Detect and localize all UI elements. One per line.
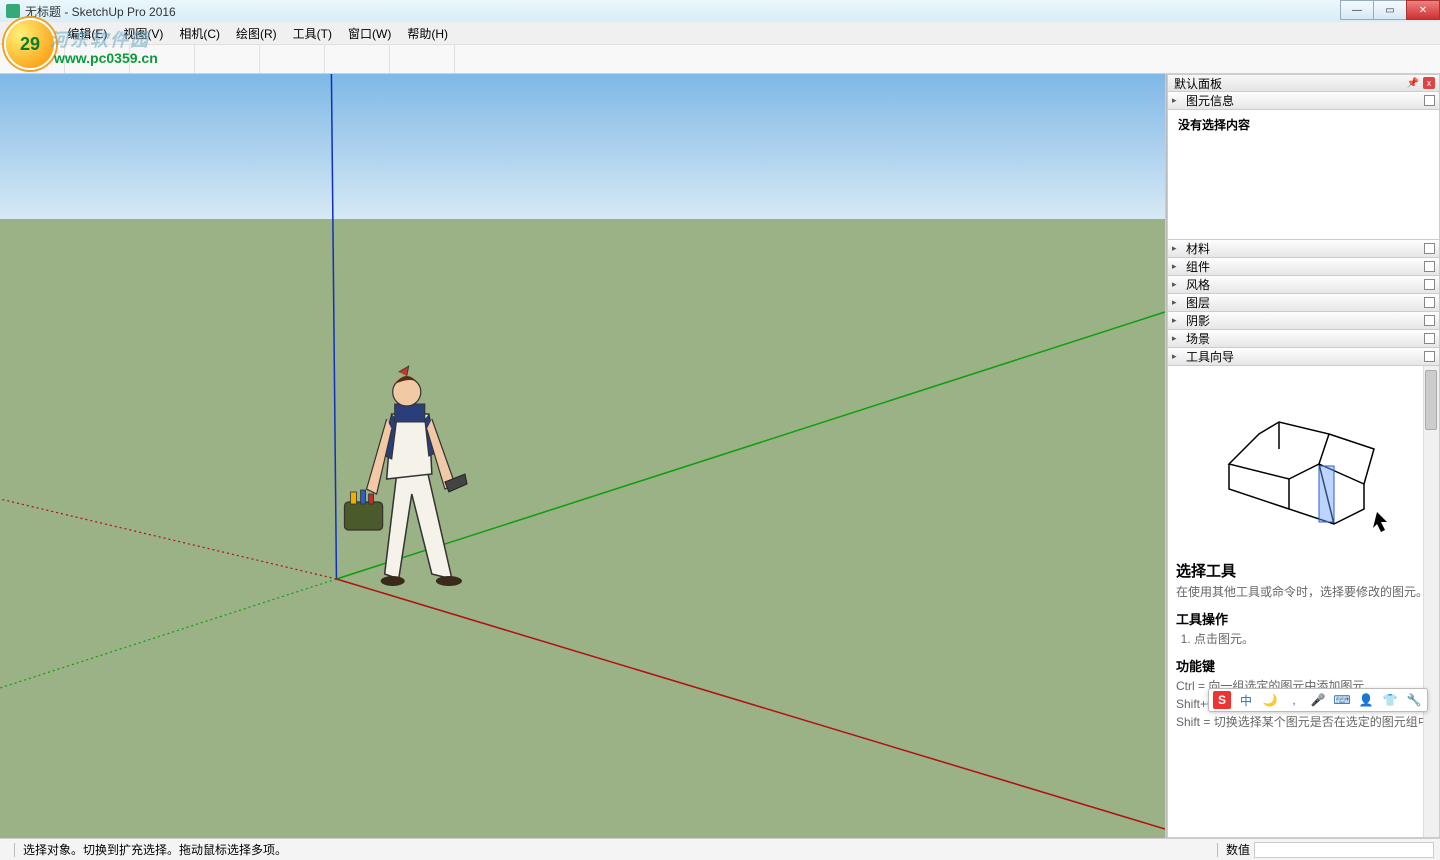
section-label: 阴影	[1186, 312, 1210, 329]
maximize-button[interactable]: ▭	[1373, 0, 1407, 20]
ime-toolbar[interactable]: S 中 🌙 , 🎤 ⌨ 👤 👕 🔧	[1208, 688, 1428, 712]
watermark-badge: 29 河东软件园 www.pc0359.cn	[4, 18, 56, 70]
section-layers[interactable]: 图层	[1167, 294, 1440, 312]
instructor-step: 点击图元。	[1194, 630, 1431, 648]
section-entity-info[interactable]: 图元信息	[1167, 92, 1440, 110]
scrollbar[interactable]	[1423, 366, 1439, 837]
ime-keyboard-icon[interactable]: ⌨	[1333, 691, 1351, 709]
divider	[14, 843, 15, 857]
section-materials[interactable]: 材料	[1167, 240, 1440, 258]
toolbar-slot[interactable]	[325, 45, 390, 73]
expand-icon[interactable]	[1424, 243, 1435, 254]
scrollbar-thumb[interactable]	[1425, 370, 1437, 430]
section-label: 风格	[1186, 276, 1210, 293]
instructor-desc: 在使用其他工具或命令时，选择要修改的图元。	[1176, 583, 1431, 601]
status-value-label: 数值	[1226, 841, 1250, 858]
ime-skin-icon[interactable]: 👕	[1381, 691, 1399, 709]
watermark-label: 河东软件园	[50, 26, 150, 52]
instructor-title: 选择工具	[1176, 560, 1431, 581]
pin-icon[interactable]: 📌	[1407, 78, 1419, 89]
section-scenes[interactable]: 场景	[1167, 330, 1440, 348]
section-label: 图元信息	[1186, 92, 1234, 109]
default-tray: 默认面板 📌 x 图元信息 没有选择内容 材料 组件 风格 图层 阴影 场景 工…	[1166, 74, 1440, 838]
app-icon	[6, 4, 20, 18]
viewport-3d[interactable]	[0, 74, 1166, 838]
tray-close-icon[interactable]: x	[1423, 77, 1435, 89]
measurement-input[interactable]	[1254, 842, 1434, 858]
window-controls: — ▭ ✕	[1341, 0, 1440, 20]
tray-title-label: 默认面板	[1174, 75, 1222, 92]
toolbar-slot[interactable]	[260, 45, 325, 73]
instructor-keys-title: 功能键	[1176, 656, 1431, 675]
section-instructor[interactable]: 工具向导	[1167, 348, 1440, 366]
expand-icon[interactable]	[1424, 351, 1435, 362]
status-bar: 选择对象。切换到扩充选择。拖动鼠标选择多项。 数值	[0, 838, 1440, 860]
section-components[interactable]: 组件	[1167, 258, 1440, 276]
menu-help[interactable]: 帮助(H)	[399, 23, 456, 44]
instructor-ops-title: 工具操作	[1176, 609, 1431, 628]
toolbar-slot[interactable]	[390, 45, 455, 73]
expand-icon[interactable]	[1424, 261, 1435, 272]
section-label: 图层	[1186, 294, 1210, 311]
ime-user-icon[interactable]: 👤	[1357, 691, 1375, 709]
ime-lang-icon[interactable]: 中	[1237, 691, 1255, 709]
section-label: 材料	[1186, 240, 1210, 257]
main-area: 默认面板 📌 x 图元信息 没有选择内容 材料 组件 风格 图层 阴影 场景 工…	[0, 74, 1440, 838]
ime-punct-icon[interactable]: ,	[1285, 691, 1303, 709]
expand-icon[interactable]	[1424, 95, 1435, 106]
menu-camera[interactable]: 相机(C)	[171, 23, 228, 44]
status-hint: 选择对象。切换到扩充选择。拖动鼠标选择多项。	[23, 841, 287, 858]
watermark-number: 29	[20, 34, 40, 55]
section-shadows[interactable]: 阴影	[1167, 312, 1440, 330]
instructor-illustration	[1176, 374, 1431, 554]
ime-logo-icon[interactable]: S	[1213, 691, 1231, 709]
no-selection-label: 没有选择内容	[1178, 118, 1250, 132]
section-label: 场景	[1186, 330, 1210, 347]
expand-icon[interactable]	[1424, 297, 1435, 308]
ime-moon-icon[interactable]: 🌙	[1261, 691, 1279, 709]
instructor-key: Shift = 切换选择某个图元是否在选定的图元组中	[1176, 713, 1431, 731]
close-button[interactable]: ✕	[1406, 0, 1440, 20]
ime-settings-icon[interactable]: 🔧	[1405, 691, 1423, 709]
toolbar	[0, 44, 1440, 74]
toolbar-slot[interactable]	[195, 45, 260, 73]
menu-window[interactable]: 窗口(W)	[340, 23, 399, 44]
watermark-url: www.pc0359.cn	[54, 50, 158, 66]
expand-icon[interactable]	[1424, 279, 1435, 290]
window-title: 无标题 - SketchUp Pro 2016	[25, 3, 176, 20]
section-styles[interactable]: 风格	[1167, 276, 1440, 294]
menu-tools[interactable]: 工具(T)	[285, 23, 340, 44]
ime-mic-icon[interactable]: 🎤	[1309, 691, 1327, 709]
instructor-content: 选择工具 在使用其他工具或命令时，选择要修改的图元。 工具操作 点击图元。 功能…	[1167, 366, 1440, 838]
title-bar: 无标题 - SketchUp Pro 2016 — ▭ ✕	[0, 0, 1440, 22]
expand-icon[interactable]	[1424, 333, 1435, 344]
entity-info-content: 没有选择内容	[1167, 110, 1440, 240]
section-label: 组件	[1186, 258, 1210, 275]
tray-title[interactable]: 默认面板 📌 x	[1167, 74, 1440, 92]
menu-draw[interactable]: 绘图(R)	[228, 23, 285, 44]
menu-bar: 文件(F) 编辑(E) 视图(V) 相机(C) 绘图(R) 工具(T) 窗口(W…	[0, 22, 1440, 44]
section-label: 工具向导	[1186, 348, 1234, 365]
expand-icon[interactable]	[1424, 315, 1435, 326]
divider	[1217, 843, 1218, 857]
minimize-button[interactable]: —	[1340, 0, 1374, 20]
